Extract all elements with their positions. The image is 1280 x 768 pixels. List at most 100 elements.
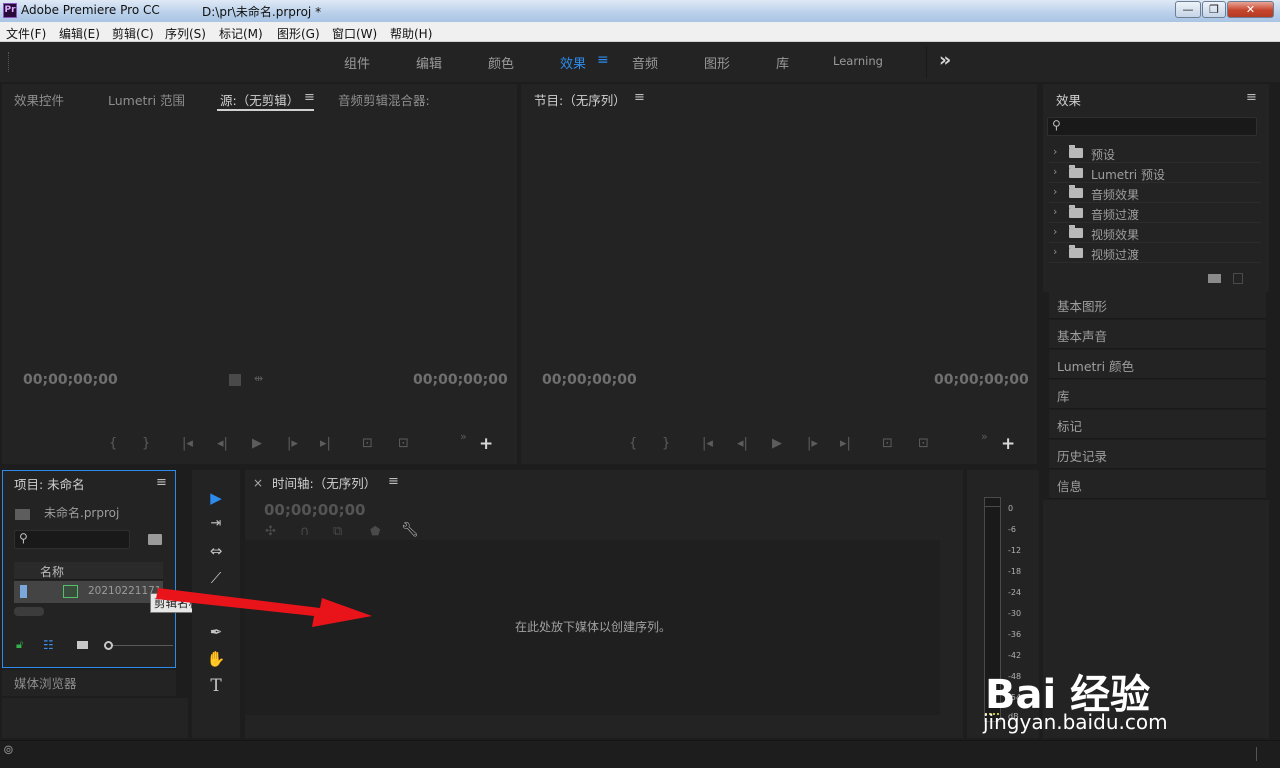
clip-row[interactable]: 2021022117185 [14, 581, 163, 603]
type-tool-icon[interactable]: T [203, 675, 229, 697]
menu-window[interactable]: 窗口(W) [332, 25, 377, 42]
insert-icon[interactable]: ⊡ [362, 436, 373, 451]
program-more-icon[interactable]: » [981, 430, 988, 443]
program-timecode-current[interactable]: 00;00;00;00 [542, 372, 637, 388]
program-timecode-duration[interactable]: 00;00;00;00 [934, 372, 1029, 388]
tab-effect-controls[interactable]: 效果控件 [14, 90, 64, 109]
tab-lumetri-scopes[interactable]: Lumetri 范围 [108, 90, 185, 109]
tree-item-video-transitions[interactable]: › 视频过渡 [1049, 243, 1261, 263]
menu-sequence[interactable]: 序列(S) [165, 25, 206, 42]
linked-selection-icon[interactable]: ⧉ [333, 524, 342, 539]
chevron-right-icon[interactable]: › [1053, 165, 1057, 178]
find-bin-icon[interactable] [148, 534, 162, 545]
tree-item-audio-transitions[interactable]: › 音频过渡 [1049, 203, 1261, 223]
play-icon[interactable]: ▶ [252, 436, 262, 451]
effects-search-input[interactable]: ⚲ [1047, 117, 1257, 136]
tree-item-lumetri-presets[interactable]: › Lumetri 预设 [1049, 163, 1261, 183]
wrench-icon[interactable]: 🔧︎ [401, 522, 419, 538]
tree-item-video-effects[interactable]: › 视频效果 [1049, 223, 1261, 243]
project-title[interactable]: 项目: 未命名 [14, 474, 85, 493]
program-add-button-icon[interactable]: + [1001, 434, 1015, 454]
maximize-button[interactable]: ❐ [1202, 1, 1226, 18]
section-lumetri-color[interactable]: Lumetri 颜色 [1049, 350, 1266, 379]
timeline-panel-menu-icon[interactable]: ≡ [388, 474, 399, 489]
source-panel-menu-icon[interactable]: ≡ [304, 90, 315, 105]
program-step-forward-icon[interactable]: |▸ [807, 436, 818, 451]
go-to-in-icon[interactable]: |◂ [182, 436, 193, 451]
overwrite-icon[interactable]: ⊡ [398, 436, 409, 451]
column-header-name[interactable]: 名称 [40, 563, 64, 580]
menu-help[interactable]: 帮助(H) [390, 25, 432, 42]
selection-tool-icon[interactable]: ▶ [203, 487, 229, 509]
go-to-out-icon[interactable]: ▸| [320, 436, 331, 451]
horizontal-scrollbar[interactable] [14, 607, 44, 616]
project-search-input[interactable]: ⚲ [14, 530, 130, 549]
mark-in-icon[interactable]: { [109, 436, 117, 451]
chevron-right-icon[interactable]: › [1053, 145, 1057, 158]
workspace-editing[interactable]: 编辑 [416, 53, 442, 72]
workspace-assembly[interactable]: 组件 [344, 53, 370, 72]
tree-item-presets[interactable]: › 预设 [1049, 143, 1261, 163]
program-step-back-icon[interactable]: ◂| [737, 436, 748, 451]
chevron-right-icon[interactable]: › [1053, 225, 1057, 238]
zoom-slider-track[interactable] [113, 645, 173, 646]
workspace-menu-icon[interactable]: ≡ [597, 52, 609, 68]
zoom-slider-thumb[interactable] [104, 641, 113, 650]
extract-icon[interactable]: ⊡ [918, 436, 929, 451]
timeline-title[interactable]: 时间轴:（无序列） [272, 473, 376, 492]
nest-icon[interactable]: ✣ [265, 524, 276, 539]
workspace-graphics[interactable]: 图形 [704, 53, 730, 72]
new-bin-folder-icon[interactable] [1208, 274, 1221, 283]
timeline-close-icon[interactable]: × [253, 476, 263, 490]
chevron-right-icon[interactable]: › [1053, 205, 1057, 218]
source-timecode-duration[interactable]: 00;00;00;00 [413, 372, 508, 388]
program-play-icon[interactable]: ▶ [772, 436, 782, 451]
fit-dropdown-icon[interactable] [229, 374, 241, 386]
section-info[interactable]: 信息 [1049, 470, 1266, 499]
overflow-chevron-icon[interactable]: » [939, 49, 951, 71]
chevron-right-icon[interactable]: › [1053, 185, 1057, 198]
grip-handle[interactable] [8, 52, 10, 72]
workspace-learning[interactable]: Learning [833, 54, 883, 68]
program-mark-out-icon[interactable]: } [662, 436, 670, 451]
menu-edit[interactable]: 编辑(E) [59, 25, 100, 42]
program-go-to-out-icon[interactable]: ▸| [840, 436, 851, 451]
program-panel-menu-icon[interactable]: ≡ [634, 90, 645, 105]
project-panel-menu-icon[interactable]: ≡ [156, 475, 167, 490]
list-view-icon[interactable]: ☷ [43, 638, 54, 652]
workspace-color[interactable]: 颜色 [488, 53, 514, 72]
source-add-button-icon[interactable]: + [479, 434, 493, 454]
resolution-icon[interactable]: ⇹ [254, 372, 263, 385]
menu-marker[interactable]: 标记(M) [219, 25, 263, 42]
trash-icon[interactable] [1233, 273, 1243, 284]
section-history[interactable]: 历史记录 [1049, 440, 1266, 469]
effects-title[interactable]: 效果 [1056, 90, 1081, 109]
ripple-edit-tool-icon[interactable]: ⇔ [203, 540, 229, 562]
source-timecode-current[interactable]: 00;00;00;00 [23, 372, 118, 388]
section-essential-sound[interactable]: 基本声音 [1049, 320, 1266, 349]
menu-clip[interactable]: 剪辑(C) [112, 25, 154, 42]
tab-source[interactable]: 源:（无剪辑） [220, 90, 299, 109]
workspace-libraries[interactable]: 库 [776, 53, 789, 72]
section-essential-graphics[interactable]: 基本图形 [1049, 290, 1266, 319]
icon-view-icon[interactable] [77, 641, 88, 649]
track-select-tool-icon[interactable]: ⇥ [203, 513, 229, 535]
snap-icon[interactable]: ∩ [300, 524, 310, 539]
minimize-button[interactable]: — [1175, 1, 1201, 18]
chevron-right-icon[interactable]: › [1053, 245, 1057, 258]
lift-icon[interactable]: ⊡ [882, 436, 893, 451]
program-mark-in-icon[interactable]: { [629, 436, 637, 451]
workspace-effects[interactable]: 效果 [560, 53, 586, 72]
close-button[interactable]: ✕ [1227, 1, 1274, 18]
timeline-timecode[interactable]: 00;00;00;00 [264, 501, 366, 519]
source-more-icon[interactable]: » [460, 430, 467, 443]
step-back-icon[interactable]: ◂| [217, 436, 228, 451]
program-title[interactable]: 节目:（无序列） [534, 90, 626, 109]
hand-tool-icon[interactable]: ✋ [203, 648, 229, 670]
program-go-to-in-icon[interactable]: |◂ [702, 436, 713, 451]
effects-panel-menu-icon[interactable]: ≡ [1246, 90, 1257, 105]
step-forward-icon[interactable]: |▸ [287, 436, 298, 451]
tab-audio-clip-mixer[interactable]: 音频剪辑混合器: [338, 90, 430, 109]
menu-graphics[interactable]: 图形(G) [277, 25, 320, 42]
lock-icon[interactable]: 🔓︎ [16, 638, 23, 652]
